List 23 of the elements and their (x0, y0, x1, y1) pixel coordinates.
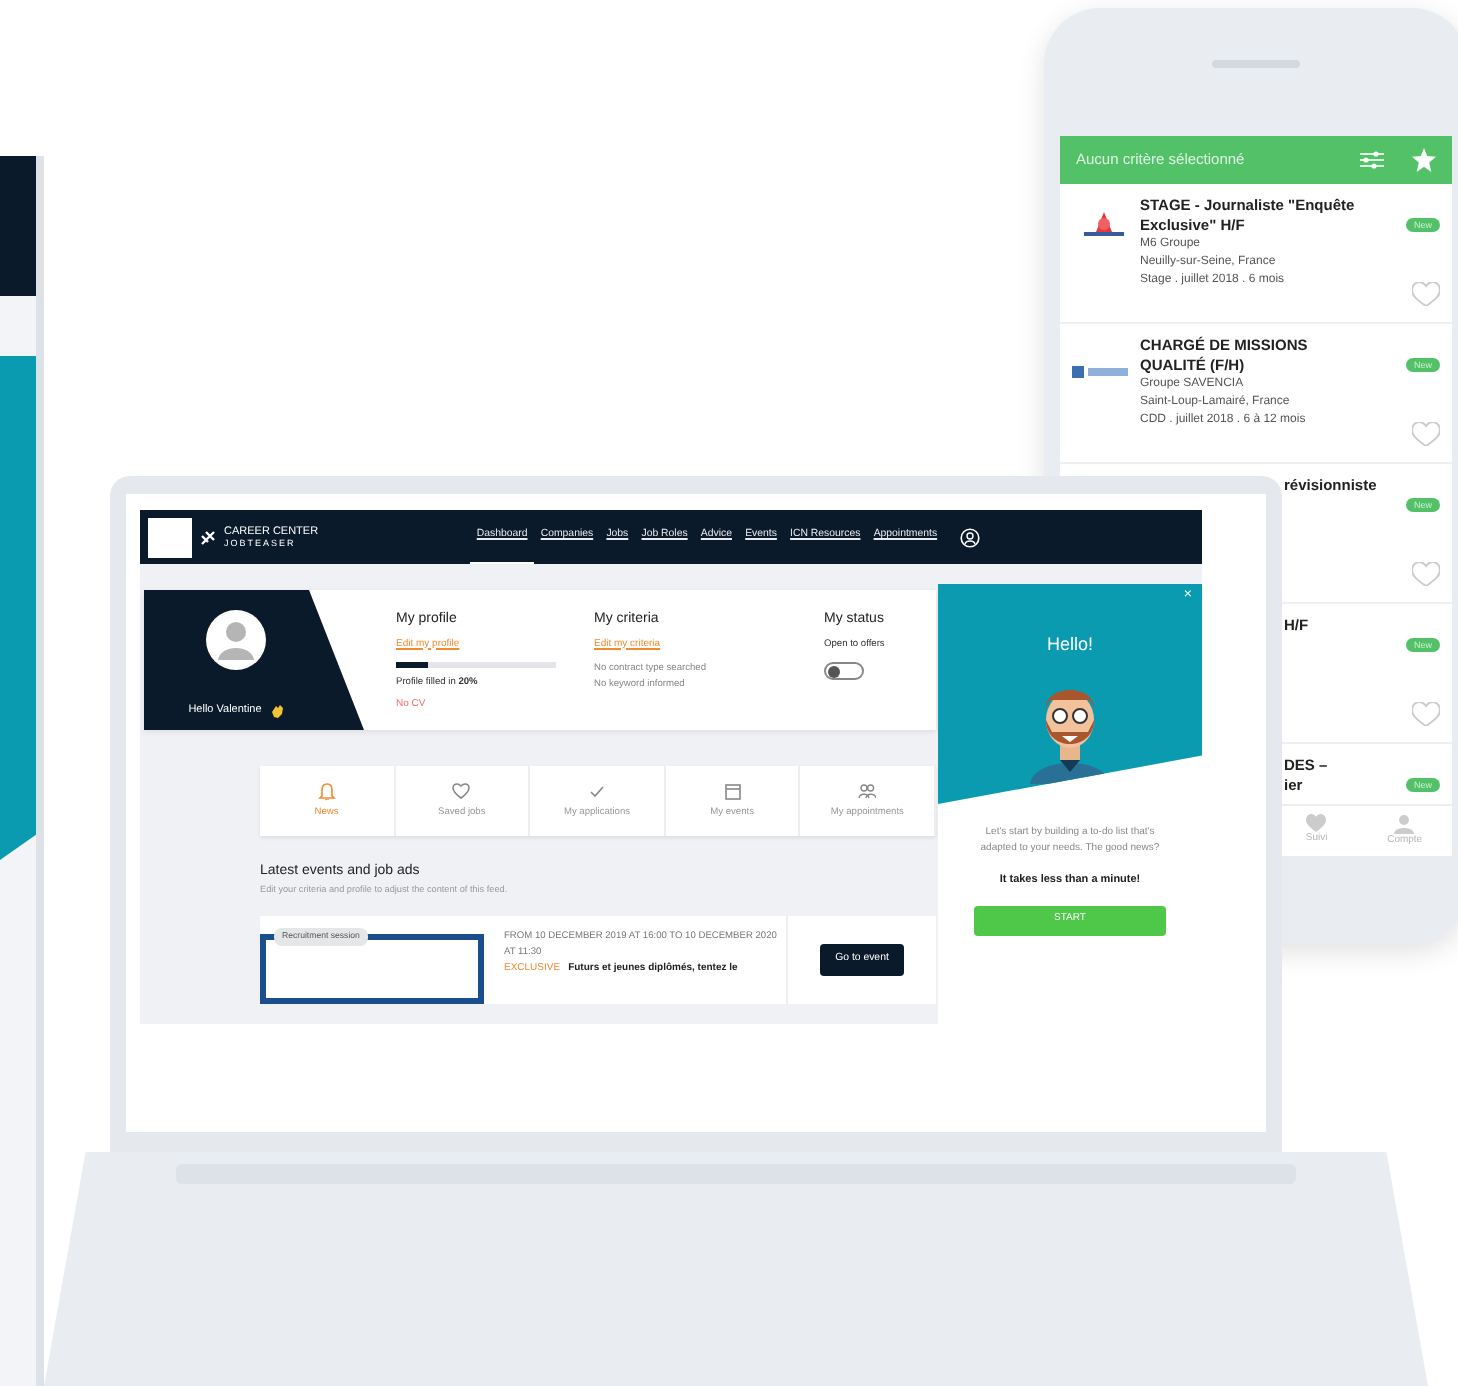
star-icon[interactable] (1412, 148, 1436, 172)
logo-icon (200, 529, 216, 545)
check-icon (587, 781, 606, 800)
welcome-title: Hello! (1044, 632, 1095, 658)
heart-icon (452, 781, 471, 800)
person-icon (1394, 813, 1415, 834)
toggle-switch[interactable] (824, 661, 864, 679)
heart-icon[interactable] (1412, 282, 1440, 306)
people-icon (858, 781, 877, 800)
heart-icon[interactable] (1412, 422, 1440, 446)
hand-icon (269, 703, 284, 718)
tablet-header (0, 156, 36, 296)
user-icon[interactable] (959, 527, 980, 547)
filter-icon[interactable] (1360, 150, 1384, 170)
heart-icon[interactable] (1412, 702, 1440, 726)
heart-icon[interactable] (1412, 562, 1440, 586)
avatar-icon (206, 610, 266, 670)
bell-icon (317, 781, 336, 800)
logo-icon (1080, 208, 1128, 240)
calendar-icon (723, 781, 742, 800)
logo-icon (1072, 364, 1128, 380)
heart-icon (1306, 814, 1327, 833)
school-logo (148, 517, 192, 557)
